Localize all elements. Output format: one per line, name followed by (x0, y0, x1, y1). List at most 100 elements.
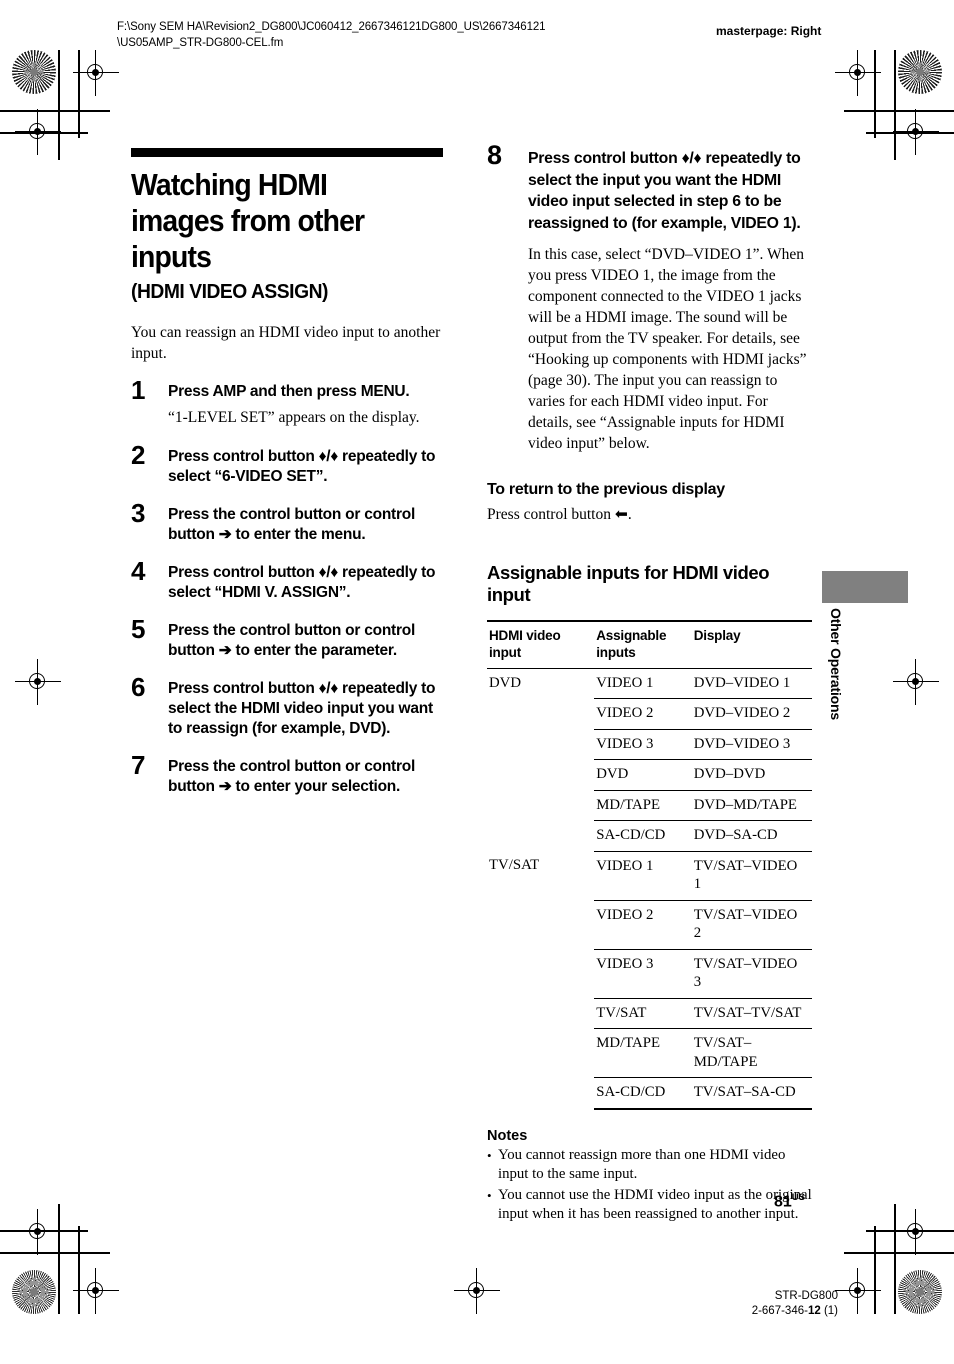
crop-mark-line (78, 1226, 80, 1314)
step-item: 8 Press control button ♦/♦ repeatedly to… (487, 142, 812, 454)
registration-crosshair (15, 109, 61, 155)
registration-crosshair (893, 659, 939, 705)
note-item: You cannot reassign more than one HDMI v… (487, 1146, 812, 1185)
crop-mark-line (844, 1252, 954, 1254)
cell-display: TV/SAT–VIDEO 1 (691, 851, 812, 901)
masterpage-label: masterpage: Right (716, 24, 822, 38)
assignable-section-heading: Assignable inputs for HDMI video input (487, 561, 770, 606)
table-row: DVD VIDEO 1 DVD–VIDEO 1 (487, 668, 812, 700)
step-number: 4 (131, 555, 146, 586)
crop-mark-line (0, 1230, 88, 1232)
crop-mark-line (0, 110, 110, 112)
cell-assignable-input: VIDEO 3 (594, 729, 692, 761)
cell-assignable-input: DVD (594, 759, 692, 791)
table-row: TV/SAT VIDEO 1 TV/SAT–VIDEO 1 (487, 851, 812, 901)
step-item: 5 Press the control button or control bu… (131, 616, 443, 661)
cell-display: DVD–VIDEO 1 (691, 668, 812, 700)
page-title: Watching HDMI images from other inputs (131, 168, 365, 274)
column-header-assignable-inputs: Assignable inputs (594, 620, 692, 669)
step-item: 7 Press the control button or control bu… (131, 752, 443, 797)
cell-display: TV/SAT–VIDEO 2 (691, 900, 812, 950)
step-item: 3 Press the control button or control bu… (131, 500, 443, 545)
side-tab-label: Other Operations (828, 608, 844, 720)
crop-mark-line (58, 50, 60, 160)
cell-display: DVD–SA-CD (691, 820, 812, 852)
crop-mark-line (874, 1226, 876, 1314)
step-instruction: Press the control button or control butt… (168, 505, 416, 543)
notes-list: You cannot reassign more than one HDMI v… (487, 1146, 812, 1225)
cell-assignable-input: SA-CD/CD (594, 1077, 692, 1110)
registration-crosshair (893, 109, 939, 155)
document-footer: STR-DG800 2-667-346-12 (1) (640, 1289, 838, 1318)
registration-crosshair (893, 1209, 939, 1255)
right-column: 8 Press control button ♦/♦ repeatedly to… (487, 142, 812, 1225)
crop-mark-line (894, 1204, 896, 1314)
cell-assignable-input: VIDEO 1 (594, 851, 692, 901)
cell-hdmi-video-input: DVD (489, 674, 522, 691)
crop-mark-line (78, 50, 80, 138)
cell-assignable-input: MD/TAPE (594, 1028, 692, 1079)
table-header-row: HDMI video input Assignable inputs Displ… (487, 620, 812, 669)
crop-mark-line (0, 132, 88, 134)
doc-number-prefix: 2-667-346- (751, 1304, 808, 1317)
cell-display: TV/SAT–TV/SAT (691, 998, 812, 1030)
registration-crosshair (454, 1268, 500, 1314)
step-number: 3 (131, 497, 146, 528)
table-header: HDMI video input Assignable inputs Displ… (487, 620, 812, 669)
document-number: 2-667-346-12 (1) (640, 1304, 838, 1319)
cell-assignable-input: VIDEO 2 (594, 698, 692, 730)
step-instruction: Press control button ♦/♦ repeatedly to s… (168, 563, 436, 601)
note-item: You cannot use the HDMI video input as t… (487, 1186, 812, 1225)
intro-paragraph: You can reassign an HDMI video input to … (131, 324, 441, 362)
cell-display: DVD–VIDEO 3 (691, 729, 812, 761)
source-file-path: F:\Sony SEM HA\Revision2_DG800\JC060412_… (117, 21, 546, 49)
table-body: DVD VIDEO 1 DVD–VIDEO 1 VIDEO 2 DVD–VIDE… (487, 668, 812, 1110)
registration-star-target (898, 50, 942, 94)
step-number: 8 (487, 140, 502, 170)
crop-mark-line (874, 50, 876, 138)
step-instruction: Press AMP and then press MENU. (168, 383, 410, 400)
cell-display: TV/SAT–MD/TAPE (691, 1028, 812, 1079)
step-note: In this case, select “DVD–VIDEO 1”. When… (528, 246, 807, 453)
step-instruction: Press control button ♦/♦ repeatedly to s… (528, 150, 801, 232)
crop-mark-line (866, 132, 954, 134)
page-subtitle: (HDMI VIDEO ASSIGN) (131, 280, 328, 303)
crop-mark-line (844, 110, 954, 112)
cell-display: DVD–MD/TAPE (691, 790, 812, 822)
cell-display: DVD–VIDEO 2 (691, 698, 812, 730)
assignable-inputs-table: HDMI video input Assignable inputs Displ… (487, 620, 812, 1110)
registration-star-target (12, 50, 56, 94)
crop-mark-line (58, 1204, 60, 1314)
cell-display: DVD–DVD (691, 759, 812, 791)
page-number-value: 81 (774, 1193, 792, 1211)
registration-star-target (12, 1270, 56, 1314)
cell-assignable-input: MD/TAPE (594, 790, 692, 822)
cell-hdmi-video-input: TV/SAT (489, 857, 540, 874)
step-instruction: Press the control button or control butt… (168, 621, 416, 659)
crop-mark-line (866, 1230, 954, 1232)
registration-crosshair (15, 1209, 61, 1255)
return-section-body: Press control button ⬅. (487, 506, 632, 524)
column-header-hdmi-video-input: HDMI video input (487, 620, 595, 669)
step-instruction: Press control button ♦/♦ repeatedly to s… (168, 679, 436, 737)
notes-heading: Notes (487, 1127, 528, 1144)
cell-display: TV/SAT–SA-CD (691, 1077, 812, 1110)
side-tab-block (822, 571, 908, 603)
return-section-heading: To return to the previous display (487, 481, 725, 499)
registration-crosshair (73, 50, 119, 96)
step-number: 1 (131, 375, 146, 405)
step-note: “1-LEVEL SET” appears on the display. (168, 409, 420, 426)
page-number: 81US (774, 1192, 805, 1211)
model-name: STR-DG800 (774, 1290, 838, 1302)
registration-crosshair (15, 659, 61, 705)
step-number: 7 (131, 749, 146, 780)
step-instruction: Press the control button or control butt… (168, 757, 416, 795)
registration-crosshair (835, 50, 881, 96)
registration-star-target (898, 1270, 942, 1314)
title-rule (131, 148, 443, 157)
cell-assignable-input: VIDEO 2 (594, 900, 692, 950)
cell-assignable-input: SA-CD/CD (594, 820, 692, 852)
crop-mark-line (0, 1252, 110, 1254)
column-header-display: Display (691, 620, 812, 669)
doc-number-suffix: (1) (820, 1304, 838, 1317)
